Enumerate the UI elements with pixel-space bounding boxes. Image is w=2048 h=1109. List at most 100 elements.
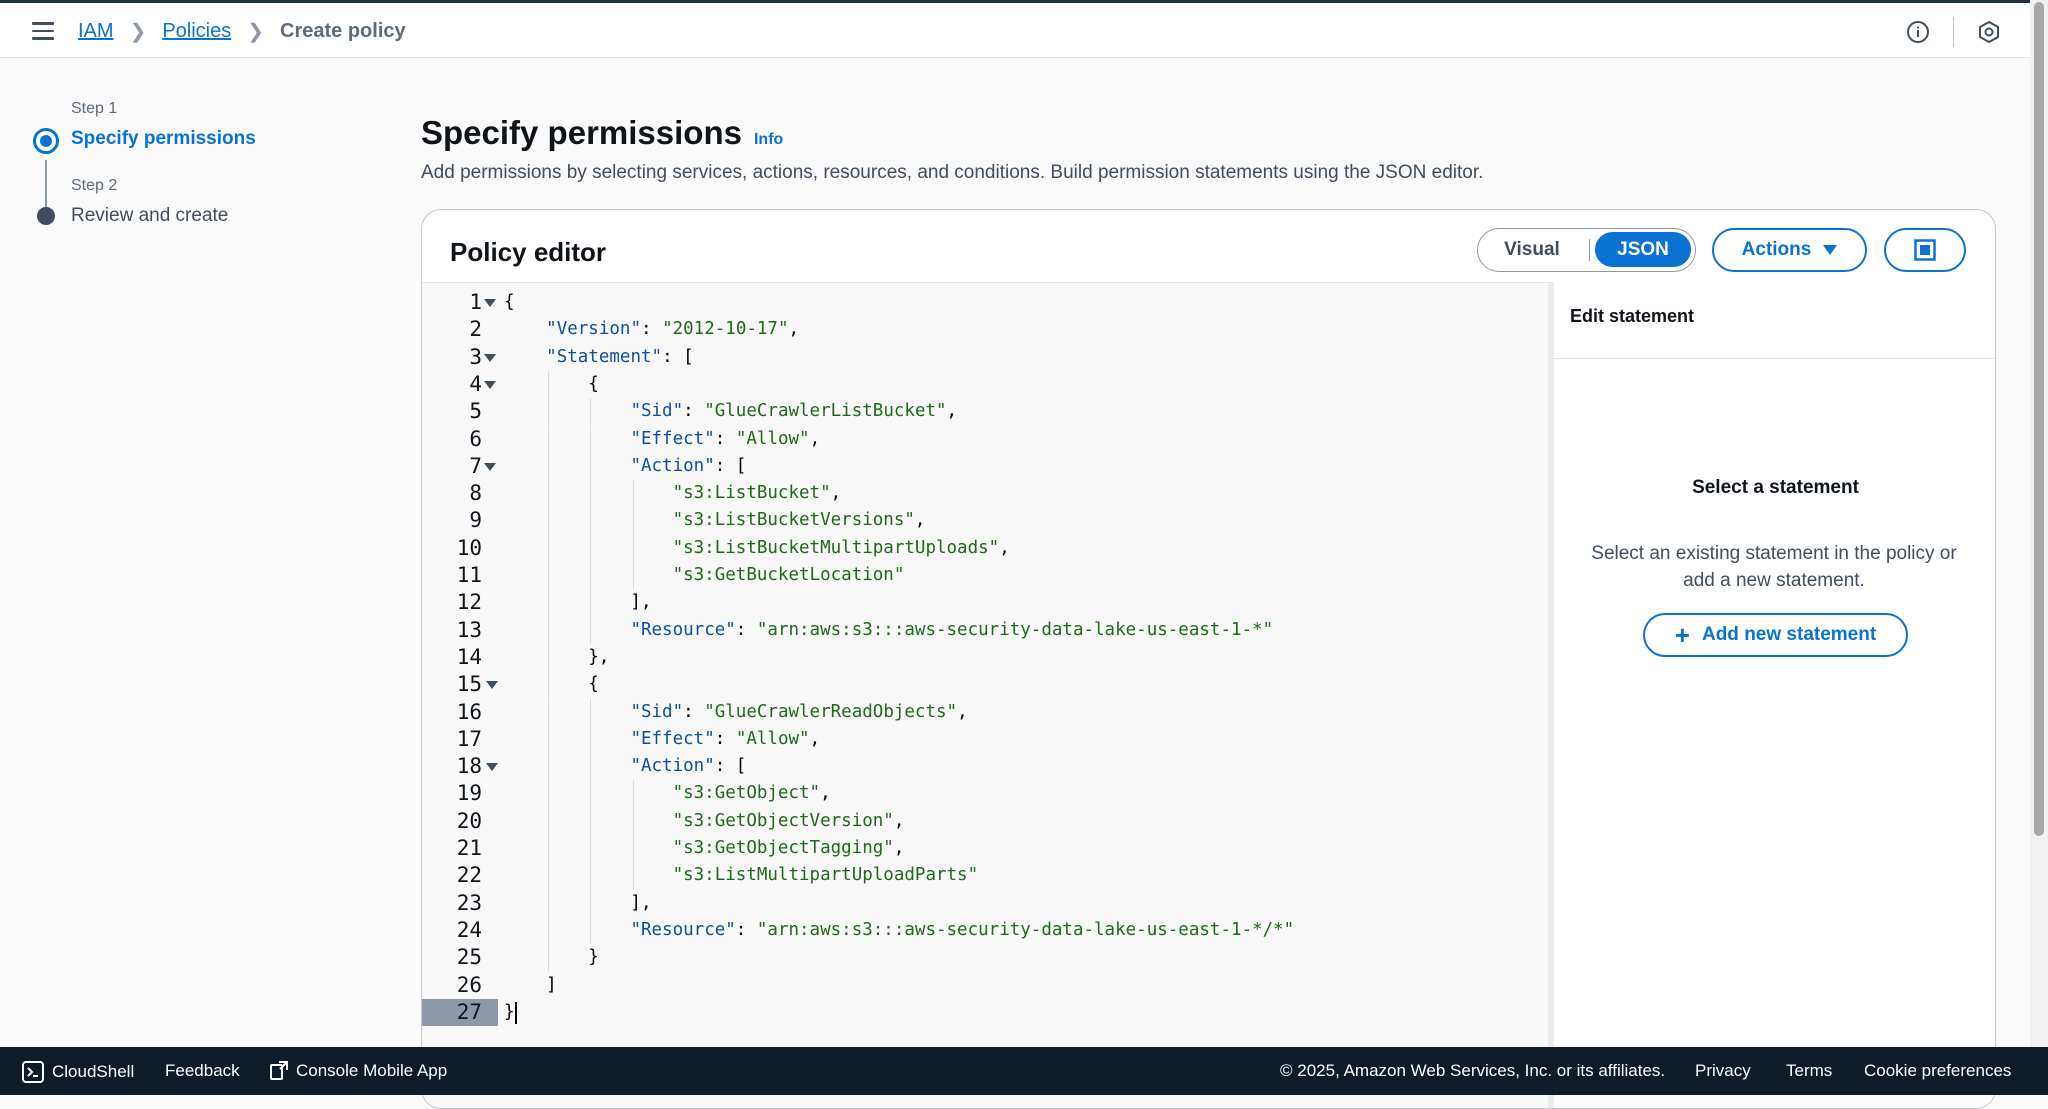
feedback-link[interactable]: Feedback [165, 1061, 240, 1081]
info-link[interactable]: Info [754, 131, 783, 149]
line-number: 8 [469, 481, 482, 506]
indent-guide [548, 725, 550, 754]
fold-toggle-icon[interactable] [484, 353, 496, 362]
cookie-preferences-label: Cookie preferences [1864, 1061, 2012, 1080]
line-number: 7 [469, 453, 482, 478]
line-number: 25 [456, 945, 482, 970]
fold-toggle-icon[interactable] [484, 380, 496, 389]
indent-guide [548, 370, 550, 399]
indent-guide [632, 534, 634, 562]
fold-toggle-icon[interactable] [484, 299, 496, 307]
actions-dropdown-button[interactable]: Actions [1712, 228, 1867, 272]
page-scrollbar[interactable] [2030, 0, 2048, 1047]
breadcrumb-iam[interactable]: IAM [78, 20, 114, 43]
indent-guide [548, 398, 550, 426]
info-icon[interactable] [1905, 19, 1931, 45]
line-number: 3 [469, 344, 482, 369]
indent-guide [590, 507, 592, 535]
cloudshell-button[interactable]: CloudShell [22, 1061, 134, 1083]
code-line: "Effect": "Allow", [630, 428, 821, 449]
line-number: 26 [456, 972, 482, 997]
settings-icon[interactable] [1976, 19, 2002, 45]
json-toggle-button[interactable]: JSON [1595, 232, 1691, 267]
step-1-active-icon [33, 128, 59, 154]
indent-guide [548, 671, 550, 699]
step-2-title: Review and create [71, 205, 229, 226]
indent-guide [590, 753, 592, 781]
edit-statement-header: Edit statement [1554, 282, 1995, 359]
indent-guide [548, 944, 550, 972]
indent-guide [548, 616, 550, 644]
indent-guide [590, 780, 592, 808]
line-number: 6 [469, 426, 482, 451]
breadcrumb-policies[interactable]: Policies [162, 20, 231, 43]
line-number: 23 [456, 890, 482, 915]
line-number: 18 [456, 754, 482, 779]
indent-guide [590, 725, 592, 754]
line-number: 21 [456, 836, 482, 860]
fold-toggle-icon[interactable] [484, 462, 496, 471]
indent-guide [590, 616, 592, 644]
terms-link[interactable]: Terms [1786, 1061, 1832, 1081]
menu-icon[interactable] [32, 22, 54, 40]
code-line: "Resource": "arn:aws:s3:::aws-security-d… [630, 619, 1274, 640]
breadcrumb-current: Create policy [280, 20, 406, 42]
fullscreen-button[interactable] [1884, 228, 1966, 272]
chevron-right-icon: ❯ [247, 21, 265, 43]
code-line: "Action": [ [630, 455, 747, 476]
scrollbar-thumb[interactable] [2034, 2, 2044, 836]
code-line: "Version": "2012-10-17", [546, 319, 800, 340]
code-line: "s3:ListBucketMultipartUploads", [672, 537, 1010, 558]
step-1-title[interactable]: Specify permissions [71, 128, 256, 150]
code-line: "s3:GetObjectVersion", [672, 810, 905, 831]
code-line: "s3:ListBucket", [672, 483, 842, 504]
code-line: } [504, 1001, 515, 1022]
line-number: 4 [469, 371, 482, 396]
policy-editor-title: Policy editor [450, 237, 607, 267]
fold-toggle-icon[interactable] [486, 681, 498, 690]
external-link-icon [270, 1061, 288, 1080]
indent-guide [590, 889, 592, 917]
indent-guide [548, 698, 550, 726]
line-number: 13 [456, 617, 482, 642]
divider [1953, 17, 1954, 47]
code-line: ] [504, 974, 557, 995]
line-number: 1 [469, 290, 482, 314]
indent-guide [590, 916, 592, 945]
indent-guide [548, 507, 550, 535]
code-line: } [504, 947, 599, 968]
indent-guide [548, 780, 550, 808]
line-number: 14 [456, 644, 482, 669]
visual-toggle-button[interactable]: Visual [1482, 232, 1582, 267]
indent-guide [590, 480, 592, 508]
indent-guide [548, 534, 550, 562]
indent-guide [590, 425, 592, 453]
indent-guide [632, 835, 634, 863]
edit-statement-panel: Edit statement Select a statement Select… [1554, 282, 1995, 1108]
code-line: "Resource": "arn:aws:s3:::aws-security-d… [630, 919, 1295, 940]
cloudshell-label: CloudShell [52, 1062, 135, 1081]
line-number: 10 [456, 535, 482, 560]
fold-toggle-icon[interactable] [486, 763, 498, 772]
cloudshell-icon [22, 1061, 44, 1083]
json-code-editor[interactable]: 1 2 3 4 5 6 7 8 9 10 11 12 13 14 15 16 17 18 19 20 21 22 23 24 2… [422, 282, 1548, 1108]
indent-guide [590, 589, 592, 617]
console-mobile-app-link[interactable]: Console Mobile App [270, 1061, 447, 1081]
code-line: "s3:GetBucketLocation" [672, 565, 905, 585]
terms-label: Terms [1786, 1061, 1833, 1080]
code-line: ], [504, 892, 652, 913]
code-line: { [504, 373, 599, 394]
indent-guide [590, 807, 592, 835]
indent-guide [590, 698, 592, 726]
chevron-right-icon: ❯ [129, 21, 147, 43]
add-new-statement-button[interactable]: + Add new statement [1643, 613, 1908, 657]
privacy-link[interactable]: Privacy [1695, 1061, 1751, 1081]
copyright-text: © 2025, Amazon Web Services, Inc. or its… [1280, 1061, 1666, 1080]
indent-guide [590, 452, 592, 481]
line-number: 2 [469, 317, 482, 342]
toggle-divider [1589, 239, 1590, 261]
line-number: 12 [456, 590, 482, 615]
cookie-preferences-link[interactable]: Cookie preferences [1864, 1061, 2011, 1081]
code-line: { [504, 292, 515, 312]
indent-guide [590, 534, 592, 562]
